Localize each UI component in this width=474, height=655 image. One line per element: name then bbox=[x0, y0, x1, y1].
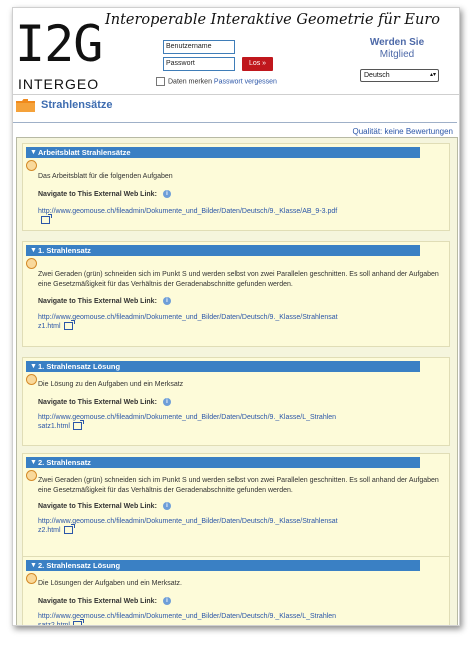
list-item: ▼ 1. Strahlensatz Zwei Geraden (grün) sc… bbox=[22, 241, 450, 347]
resource-icon bbox=[26, 258, 37, 269]
password-input[interactable]: Passwort bbox=[163, 57, 235, 71]
language-select[interactable]: Deutsch ▴▾ bbox=[360, 69, 439, 82]
external-link-icon bbox=[72, 619, 84, 625]
register-link[interactable]: Werden Sie Mitglied bbox=[349, 37, 445, 61]
list-item: ▼ 2. Strahlensatz Zwei Geraden (grün) sc… bbox=[22, 453, 450, 559]
item-description: Zwei Geraden (grün) schneiden sich im Pu… bbox=[38, 477, 439, 494]
site-tagline: Interoperable Interaktive Geometrie für … bbox=[105, 12, 441, 28]
navigate-label: Navigate to This External Web Link: bbox=[38, 502, 157, 510]
item-title: 2. Strahlensatz bbox=[38, 458, 91, 467]
resource-list: ▼ Arbeitsblatt Strahlensätze Das Arbeits… bbox=[16, 137, 458, 625]
resource-icon bbox=[26, 573, 37, 584]
section-header: Strahlensätze bbox=[15, 97, 455, 117]
folder-icon bbox=[16, 99, 35, 112]
external-link[interactable]: http://www.geomouse.ch/fileadmin/Dokumen… bbox=[38, 612, 338, 625]
info-icon[interactable]: i bbox=[162, 597, 171, 605]
i2g-logo[interactable]: I2G INTERGEO bbox=[15, 16, 113, 92]
quality-rating-link[interactable]: Qualität: keine Bewertungen bbox=[333, 127, 453, 136]
resource-icon bbox=[26, 160, 37, 171]
navigate-row: Navigate to This External Web Link: i bbox=[38, 502, 171, 510]
info-icon[interactable]: i bbox=[162, 502, 171, 510]
external-link-icon bbox=[41, 214, 52, 225]
collapse-arrow-icon[interactable]: ▼ bbox=[30, 148, 37, 157]
resource-icon bbox=[26, 470, 37, 481]
navigate-label: Navigate to This External Web Link: bbox=[38, 190, 157, 198]
navigate-label: Navigate to This External Web Link: bbox=[38, 398, 157, 406]
item-title: 2. Strahlensatz Lösung bbox=[38, 561, 121, 570]
external-link[interactable]: http://www.geomouse.ch/fileadmin/Dokumen… bbox=[38, 313, 338, 331]
list-item: ▼ 1. Strahlensatz Lösung Die Lösung zu d… bbox=[22, 357, 450, 446]
page-frame: I2G INTERGEO Interoperable Interaktive G… bbox=[12, 7, 460, 626]
navigate-row: Navigate to This External Web Link: i bbox=[38, 597, 171, 605]
collapse-arrow-icon[interactable]: ▼ bbox=[30, 561, 37, 570]
select-arrows-icon: ▴▾ bbox=[429, 72, 436, 78]
logo-text: INTERGEO bbox=[18, 76, 100, 92]
username-input[interactable]: Benutzername bbox=[163, 40, 235, 54]
remember-checkbox[interactable] bbox=[156, 77, 165, 86]
navigate-row: Navigate to This External Web Link: i bbox=[38, 297, 171, 305]
logo-mark: I2G bbox=[15, 15, 103, 73]
external-link-url[interactable]: http://www.geomouse.ch/fileadmin/Dokumen… bbox=[38, 314, 338, 330]
info-icon[interactable]: i bbox=[162, 398, 171, 406]
list-item: ▼ Arbeitsblatt Strahlensätze Das Arbeits… bbox=[22, 143, 450, 231]
item-title-bar[interactable]: ▼ 1. Strahlensatz Lösung bbox=[26, 361, 420, 372]
item-title-bar[interactable]: ▼ 1. Strahlensatz bbox=[26, 245, 420, 256]
collapse-arrow-icon[interactable]: ▼ bbox=[30, 362, 37, 371]
item-description: Das Arbeitsblatt für die folgenden Aufga… bbox=[38, 173, 173, 180]
navigate-label: Navigate to This External Web Link: bbox=[38, 297, 157, 305]
item-description: Die Lösung zu den Aufgaben und ein Merks… bbox=[38, 381, 184, 388]
remember-label: Daten merken bbox=[168, 78, 212, 86]
item-title-bar[interactable]: ▼ 2. Strahlensatz Lösung bbox=[26, 560, 420, 571]
header-divider bbox=[13, 94, 459, 95]
item-description: Zwei Geraden (grün) schneiden sich im Pu… bbox=[38, 271, 439, 288]
collapse-arrow-icon[interactable]: ▼ bbox=[30, 246, 37, 255]
external-link-icon bbox=[63, 320, 75, 331]
item-description: Die Lösungen der Aufgaben und ein Merksa… bbox=[38, 580, 182, 587]
header: I2G INTERGEO Interoperable Interaktive G… bbox=[13, 8, 459, 94]
external-link[interactable]: http://www.geomouse.ch/fileadmin/Dokumen… bbox=[38, 207, 338, 225]
info-icon[interactable]: i bbox=[162, 190, 171, 198]
external-link-icon bbox=[63, 524, 75, 535]
language-selected: Deutsch bbox=[364, 72, 390, 79]
collapse-arrow-icon[interactable]: ▼ bbox=[30, 458, 37, 467]
navigate-row: Navigate to This External Web Link: i bbox=[38, 398, 171, 406]
register-subtitle: Mitglied bbox=[379, 49, 415, 60]
section-divider bbox=[13, 122, 457, 123]
navigate-label: Navigate to This External Web Link: bbox=[38, 597, 157, 605]
external-link[interactable]: http://www.geomouse.ch/fileadmin/Dokumen… bbox=[38, 517, 338, 535]
info-icon[interactable]: i bbox=[162, 297, 171, 305]
login-button[interactable]: Los » bbox=[242, 57, 273, 71]
register-title: Werden Sie bbox=[369, 37, 425, 48]
list-item: ▼ 2. Strahlensatz Lösung Die Lösungen de… bbox=[22, 556, 450, 625]
external-link-url[interactable]: http://www.geomouse.ch/fileadmin/Dokumen… bbox=[38, 208, 337, 215]
section-title: Strahlensätze bbox=[41, 99, 113, 111]
item-title-bar[interactable]: ▼ Arbeitsblatt Strahlensätze bbox=[26, 147, 420, 158]
resource-icon bbox=[26, 374, 37, 385]
item-title: 1. Strahlensatz bbox=[38, 246, 91, 255]
remember-row: Daten merken Passwort vergessen bbox=[156, 77, 326, 86]
forgot-password-link[interactable]: Passwort vergessen bbox=[214, 78, 277, 85]
login-form: Benutzername Passwort Los » Daten merken… bbox=[156, 40, 313, 90]
navigate-row: Navigate to This External Web Link: i bbox=[38, 190, 171, 198]
item-title: Arbeitsblatt Strahlensätze bbox=[38, 148, 131, 157]
external-link[interactable]: http://www.geomouse.ch/fileadmin/Dokumen… bbox=[38, 413, 338, 431]
external-link-icon bbox=[72, 420, 84, 431]
item-title-bar[interactable]: ▼ 2. Strahlensatz bbox=[26, 457, 420, 468]
item-title: 1. Strahlensatz Lösung bbox=[38, 362, 121, 371]
external-link-url[interactable]: http://www.geomouse.ch/fileadmin/Dokumen… bbox=[38, 518, 338, 534]
